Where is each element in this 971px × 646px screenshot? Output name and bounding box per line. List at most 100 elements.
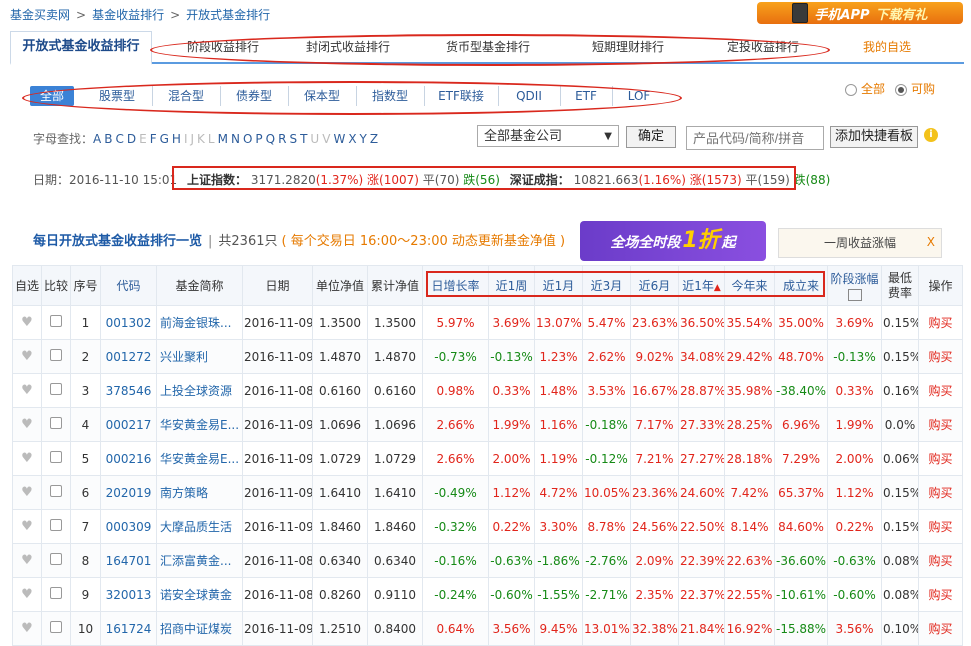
- fund-company-select[interactable]: 全部基金公司 ▼: [477, 125, 619, 147]
- fund-code[interactable]: 378546: [100, 373, 157, 408]
- compare-checkbox[interactable]: [50, 451, 62, 463]
- letter-j[interactable]: J: [191, 132, 195, 146]
- tab-open-fund-ranking[interactable]: 开放式基金收益排行: [10, 31, 152, 65]
- compare-cell[interactable]: [41, 577, 71, 612]
- fav-cell[interactable]: ♥: [12, 305, 42, 340]
- compare-cell[interactable]: [41, 475, 71, 510]
- letter-g[interactable]: G: [160, 132, 169, 146]
- letter-z[interactable]: Z: [370, 132, 378, 146]
- letter-r[interactable]: R: [278, 132, 286, 146]
- confirm-button[interactable]: 确定: [626, 126, 676, 148]
- letter-c[interactable]: C: [115, 132, 123, 146]
- close-icon[interactable]: X: [927, 235, 935, 249]
- compare-checkbox[interactable]: [50, 553, 62, 565]
- compare-cell[interactable]: [41, 305, 71, 340]
- header-3m[interactable]: 近3月: [582, 265, 631, 306]
- compare-checkbox[interactable]: [50, 621, 62, 633]
- fund-code[interactable]: 320013: [100, 577, 157, 612]
- fund-name[interactable]: 华安黄金易E...: [156, 441, 243, 476]
- letter-t[interactable]: T: [300, 132, 307, 146]
- fav-cell[interactable]: ♥: [12, 611, 42, 646]
- fund-code[interactable]: 000216: [100, 441, 157, 476]
- type-index[interactable]: 指数型: [356, 86, 425, 106]
- letter-s[interactable]: S: [289, 132, 297, 146]
- buy-button[interactable]: 购买: [918, 475, 963, 510]
- fav-cell[interactable]: ♥: [12, 509, 42, 544]
- buy-button[interactable]: 购买: [918, 509, 963, 544]
- fav-cell[interactable]: ♥: [12, 339, 42, 374]
- buy-button[interactable]: 购买: [918, 441, 963, 476]
- fav-cell[interactable]: ♥: [12, 475, 42, 510]
- compare-cell[interactable]: [41, 339, 71, 374]
- heart-icon[interactable]: ♥: [21, 553, 33, 568]
- compare-cell[interactable]: [41, 543, 71, 578]
- header-1m[interactable]: 近1月: [534, 265, 583, 306]
- fund-name[interactable]: 汇添富黄金...: [156, 543, 243, 578]
- heart-icon[interactable]: ♥: [21, 621, 33, 636]
- header-ytd[interactable]: 今年来: [724, 265, 775, 306]
- letter-l[interactable]: L: [208, 132, 215, 146]
- buy-button[interactable]: 购买: [918, 305, 963, 340]
- letter-k[interactable]: K: [197, 132, 205, 146]
- tab-short-term[interactable]: 短期理财排行: [568, 32, 688, 62]
- type-stock[interactable]: 股票型: [82, 86, 153, 106]
- fund-code[interactable]: 000217: [100, 407, 157, 442]
- compare-cell[interactable]: [41, 509, 71, 544]
- buy-button[interactable]: 购买: [918, 611, 963, 646]
- heart-icon[interactable]: ♥: [21, 383, 33, 398]
- radio-all[interactable]: 全部: [844, 80, 885, 97]
- fund-code[interactable]: 161724: [100, 611, 157, 646]
- letter-b[interactable]: B: [104, 132, 112, 146]
- compare-checkbox[interactable]: [50, 587, 62, 599]
- fund-name[interactable]: 前海金银珠...: [156, 305, 243, 340]
- buy-button[interactable]: 购买: [918, 373, 963, 408]
- header-1w[interactable]: 近1周: [488, 265, 535, 306]
- header-daily-growth[interactable]: 日增长率: [422, 265, 489, 306]
- fund-name[interactable]: 南方策略: [156, 475, 243, 510]
- tab-closed-fund[interactable]: 封闭式收益排行: [288, 32, 408, 62]
- fav-cell[interactable]: ♥: [12, 373, 42, 408]
- app-download-banner[interactable]: 手机APP 下载有礼: [757, 2, 963, 24]
- promo-banner[interactable]: 全场全时段1折起: [580, 221, 766, 261]
- info-icon[interactable]: i: [924, 128, 938, 142]
- letter-m[interactable]: M: [218, 132, 228, 146]
- fund-code[interactable]: 000309: [100, 509, 157, 544]
- letter-x[interactable]: X: [348, 132, 356, 146]
- letter-q[interactable]: Q: [266, 132, 275, 146]
- heart-icon[interactable]: ♥: [21, 485, 33, 500]
- fund-name[interactable]: 招商中证煤炭: [156, 611, 243, 646]
- heart-icon[interactable]: ♥: [21, 315, 33, 330]
- add-quick-board-button[interactable]: 添加快捷看板: [830, 126, 918, 148]
- letter-v[interactable]: V: [322, 132, 330, 146]
- letter-w[interactable]: W: [333, 132, 345, 146]
- letter-e[interactable]: E: [139, 132, 147, 146]
- calendar-icon[interactable]: [847, 288, 862, 301]
- heart-icon[interactable]: ♥: [21, 417, 33, 432]
- compare-checkbox[interactable]: [50, 383, 62, 395]
- compare-cell[interactable]: [41, 611, 71, 646]
- compare-cell[interactable]: [41, 373, 71, 408]
- fund-name[interactable]: 诺安全球黄金: [156, 577, 243, 612]
- fav-cell[interactable]: ♥: [12, 407, 42, 442]
- heart-icon[interactable]: ♥: [21, 451, 33, 466]
- buy-button[interactable]: 购买: [918, 577, 963, 612]
- fund-name[interactable]: 兴业聚利: [156, 339, 243, 374]
- type-guaranteed[interactable]: 保本型: [288, 86, 357, 106]
- fund-code[interactable]: 001302: [100, 305, 157, 340]
- type-etf-link[interactable]: ETF联接: [424, 86, 499, 106]
- letter-a[interactable]: A: [93, 132, 101, 146]
- type-etf[interactable]: ETF: [560, 86, 613, 106]
- type-bond[interactable]: 债券型: [220, 86, 289, 106]
- compare-checkbox[interactable]: [50, 417, 62, 429]
- fund-search-input[interactable]: [686, 126, 824, 150]
- compare-checkbox[interactable]: [50, 315, 62, 327]
- letter-o[interactable]: O: [243, 132, 252, 146]
- header-1y[interactable]: 近1年▲: [678, 265, 725, 306]
- letter-y[interactable]: Y: [360, 132, 367, 146]
- compare-cell[interactable]: [41, 407, 71, 442]
- letter-i[interactable]: I: [184, 132, 188, 146]
- type-hybrid[interactable]: 混合型: [152, 86, 221, 106]
- buy-button[interactable]: 购买: [918, 407, 963, 442]
- compare-checkbox[interactable]: [50, 349, 62, 361]
- letter-h[interactable]: H: [172, 132, 181, 146]
